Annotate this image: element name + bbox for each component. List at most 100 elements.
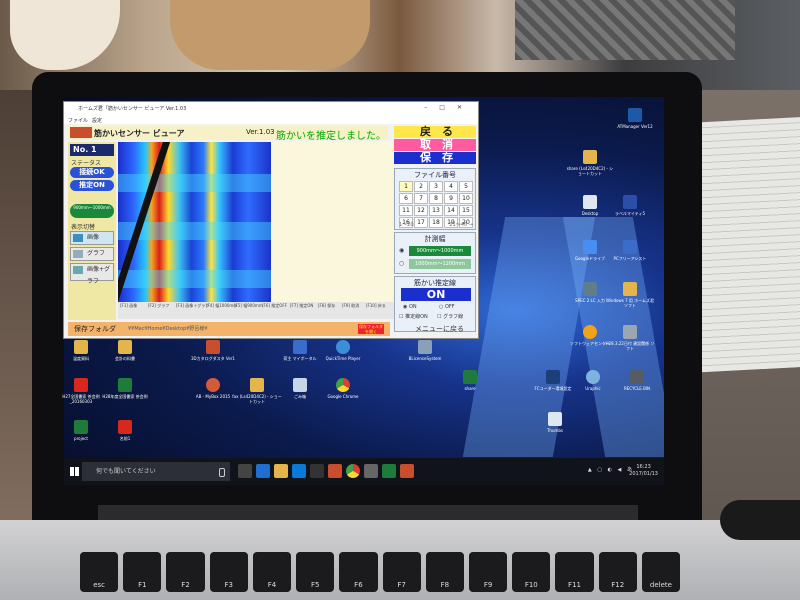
width-radio-1[interactable]: ◉ [399, 247, 404, 254]
width-radio-2[interactable]: ○ [399, 260, 404, 267]
folder-icon [74, 340, 88, 354]
desktop-icon[interactable]: share [445, 370, 495, 391]
store-icon[interactable] [292, 464, 306, 478]
open-folder-button[interactable]: 保存フォルダを開く [358, 324, 384, 334]
file-number-9[interactable]: 9 [444, 193, 458, 204]
desktop-icon[interactable]: H28年度全国書家 茶会例 [100, 378, 150, 399]
folder-icon [583, 150, 597, 164]
key-f10[interactable]: F10 [512, 552, 551, 592]
chrome-icon[interactable] [346, 464, 360, 478]
desktop-icon[interactable]: Thumbs [530, 412, 580, 433]
window-controls[interactable]: –□✕ [424, 104, 474, 111]
explorer-icon[interactable] [274, 464, 288, 478]
key-f5[interactable]: F5 [296, 552, 335, 592]
view-both-button[interactable]: 画像+グラフ [70, 263, 114, 285]
page-prev-button[interactable]: 1～20 [399, 221, 414, 228]
estimate-button[interactable]: 推定ON [70, 180, 114, 191]
file-number-14[interactable]: 14 [444, 205, 458, 216]
system-tray[interactable]: ▲ ▢ ◐ ◀ あ [588, 466, 634, 473]
edge-icon[interactable] [256, 464, 270, 478]
key-f9[interactable]: F9 [468, 552, 508, 592]
back-button[interactable]: 戻 る [394, 126, 476, 138]
desktop-icon[interactable]: PCフリーアシスト [605, 240, 655, 261]
desktop-icon[interactable]: ラベルマイティ5 [605, 195, 655, 216]
key-f4[interactable]: F4 [252, 552, 292, 592]
width-option-900[interactable]: 900mm～1000mm [409, 246, 471, 256]
desktop-icon[interactable]: SPEC 2 LC 入力 [565, 282, 615, 303]
app-icon[interactable] [310, 464, 324, 478]
desktop-icon[interactable]: 3Dカタログダスタ Ver1 [188, 340, 238, 361]
file-number-8[interactable]: 8 [429, 193, 443, 204]
task-view-icon[interactable] [238, 464, 252, 478]
desktop-icon[interactable]: H28.3.22日付 建設関係 ソフト [605, 325, 655, 351]
file-number-12[interactable]: 12 [414, 205, 428, 216]
pdf-icon [74, 378, 88, 392]
taskbar-clock[interactable]: 16:23 2017/01/13 [629, 464, 658, 478]
file-number-15[interactable]: 15 [459, 205, 473, 216]
file-number-11[interactable]: 11 [399, 205, 413, 216]
window-titlebar[interactable]: ホームズ君「筋かいセンサー ビューア Ver.1.03 –□✕ [64, 102, 478, 116]
excel-icon[interactable] [382, 464, 396, 478]
microphone-icon[interactable] [219, 468, 225, 477]
key-f2[interactable]: F2 [166, 552, 205, 592]
homes-logo [70, 127, 92, 138]
key-f1[interactable]: F1 [123, 552, 162, 592]
radio-off[interactable]: ○ OFF [439, 304, 455, 310]
file-number-6[interactable]: 6 [399, 193, 413, 204]
desktop-icon[interactable]: Uraphic [568, 370, 618, 391]
key-f6[interactable]: F6 [339, 552, 378, 592]
key-f8[interactable]: F8 [425, 552, 464, 592]
desktop-icon[interactable]: H27全国書家 茶会例_20160303 [56, 378, 106, 404]
range-button[interactable]: 900mm～1000mm [70, 204, 114, 218]
desktop-icon[interactable]: RECYCLE.BIN [612, 370, 662, 391]
file-number-5[interactable]: 5 [459, 181, 473, 192]
key-esc[interactable]: esc [80, 552, 119, 592]
recycle-icon [293, 378, 307, 392]
desktop-icon[interactable]: 名前1 [100, 420, 150, 441]
file-number-1[interactable]: 1 [399, 181, 413, 192]
windows-start-icon[interactable] [70, 467, 79, 476]
key-delete[interactable]: delete [641, 552, 681, 592]
menu-file[interactable]: ファイル [68, 117, 88, 124]
key-f3[interactable]: F3 [209, 552, 248, 592]
key-f12[interactable]: F12 [598, 552, 637, 592]
save-folder-path: ¥¥Mac¥Home¥Desktop¥野呂様¥ [128, 326, 208, 332]
sensor-viewer-icon[interactable] [400, 464, 414, 478]
check-graph-line[interactable]: ☐ グラフ線 [437, 313, 463, 320]
radio-on[interactable]: ◉ ON [403, 304, 417, 310]
desktop-icon[interactable]: 温度資料 [56, 340, 106, 361]
file-number-13[interactable]: 13 [429, 205, 443, 216]
folder-icon [623, 282, 637, 296]
page-next-button[interactable]: 21～40 → [449, 221, 473, 228]
desktop-icon[interactable]: share (Ls420D4C2) - ショートカット [565, 150, 615, 176]
file-number-4[interactable]: 4 [444, 181, 458, 192]
file-number-3[interactable]: 3 [429, 181, 443, 192]
sensor-viewer-window[interactable]: ホームズ君「筋かいセンサー ビューア Ver.1.03 –□✕ ファイル 設定 … [64, 102, 478, 338]
app-icon[interactable] [328, 464, 342, 478]
cancel-button[interactable]: 取 消 [394, 139, 476, 151]
desktop-icon[interactable]: BLicenseSystem [400, 340, 450, 361]
connect-button[interactable]: 接続OK [70, 167, 114, 178]
width-option-1000[interactable]: 1000mm～1200mm [409, 259, 471, 269]
desktop-icon[interactable]: QuickTime Player [318, 340, 368, 361]
file-number-7[interactable]: 7 [414, 193, 428, 204]
desktop-icon[interactable]: AB - MyBox 2015 [188, 378, 238, 399]
desktop-icon[interactable]: ATManager Ver12 [610, 108, 660, 129]
taskbar: 何でも聞いてください ▲ ▢ ◐ ◀ あ 16:23 2017/01/13 [64, 458, 664, 485]
desktop-icon[interactable]: Google Chrome [318, 378, 368, 399]
app-icon[interactable] [364, 464, 378, 478]
check-estimate-line[interactable]: ☐ 推定線ON [399, 313, 428, 320]
brace-line-on-button[interactable]: ON [401, 288, 471, 301]
menu-back-button[interactable]: メニューに戻る [415, 324, 464, 334]
view-image-button[interactable]: 画像 [70, 231, 114, 245]
taskbar-search[interactable]: 何でも聞いてください [82, 462, 230, 481]
key-f7[interactable]: F7 [382, 552, 421, 592]
key-f11[interactable]: F11 [555, 552, 594, 592]
desktop-icon[interactable]: project [56, 420, 106, 441]
save-button[interactable]: 保 存 [394, 152, 476, 164]
file-number-10[interactable]: 10 [459, 193, 473, 204]
file-number-2[interactable]: 2 [414, 181, 428, 192]
menu-settings[interactable]: 設定 [92, 117, 102, 124]
desktop-icon[interactable]: 会計の料書 [100, 340, 150, 361]
view-graph-button[interactable]: グラフ [70, 247, 114, 261]
